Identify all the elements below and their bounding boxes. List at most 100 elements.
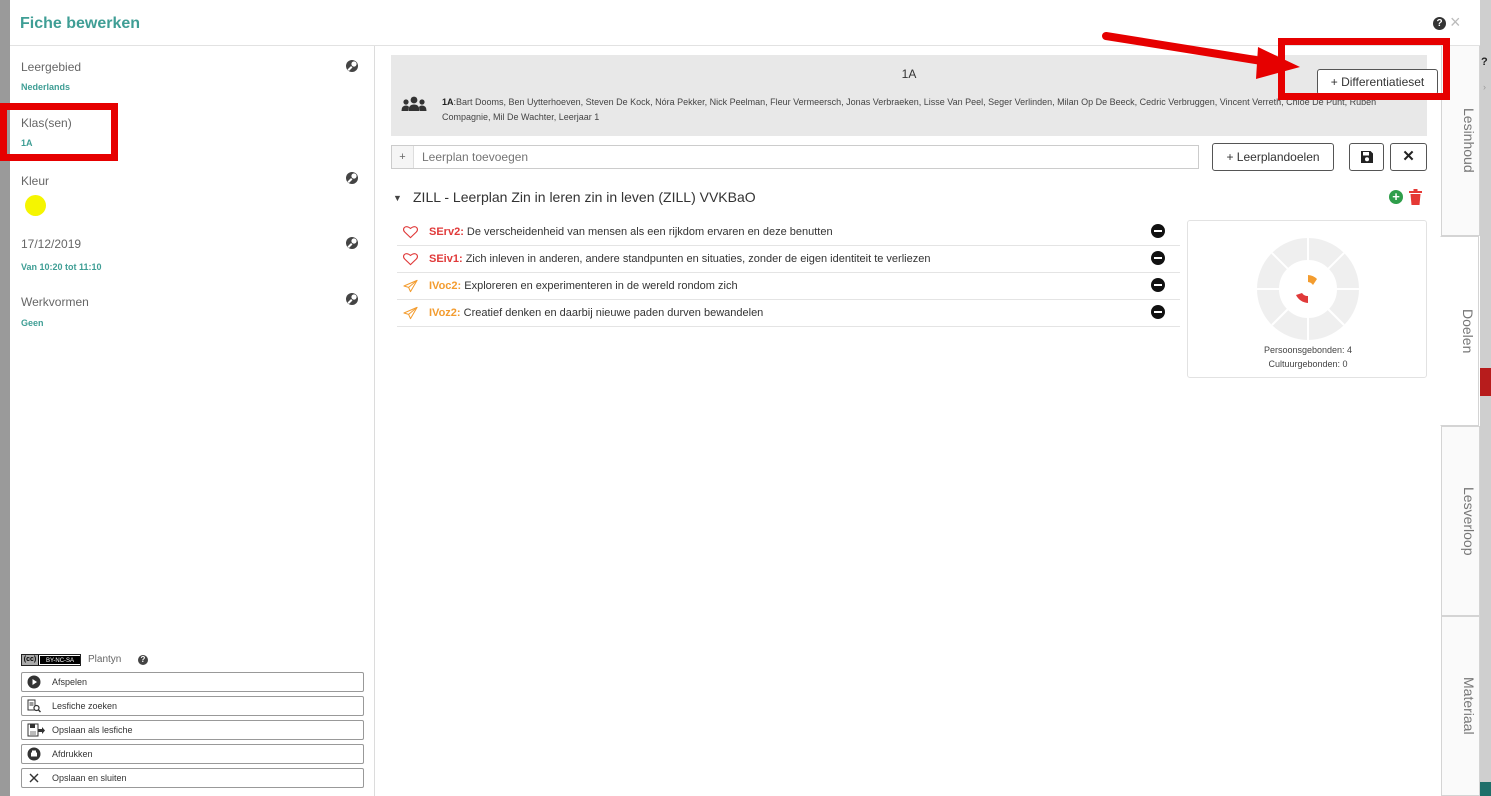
remove-goal-icon[interactable]	[1151, 251, 1165, 265]
goal-row: IVoc2: Exploreren en experimenteren in d…	[397, 273, 1180, 300]
tab-lesinhoud[interactable]: Lesinhoud	[1441, 46, 1480, 236]
wrench-icon[interactable]	[345, 292, 359, 306]
goal-text: IVoc2: Exploreren en experimenteren in d…	[429, 280, 738, 292]
add-curriculum-field[interactable]: +	[391, 145, 1199, 169]
class-members-list: :Bart Dooms, Ben Uytterhoeven, Steven De…	[442, 97, 1377, 122]
goal-text: SErv2: De verscheidenheid van mensen als…	[429, 226, 833, 238]
paper-plane-icon	[403, 279, 418, 293]
play-button-label: Afspelen	[52, 677, 88, 687]
details-sidebar: Leergebied Nederlands Klas(sen) 1A Kleur…	[0, 46, 375, 796]
heart-icon	[403, 226, 418, 239]
search-document-icon	[27, 699, 41, 713]
close-icon[interactable]: ×	[1450, 13, 1461, 31]
trash-icon[interactable]	[1409, 189, 1422, 205]
werkvormen-label: Werkvormen	[21, 295, 89, 309]
add-differentiation-set-button[interactable]: + Differentiatieset	[1317, 69, 1438, 95]
save-icon	[1361, 151, 1373, 163]
chart-legend-cultuur: Cultuurgebonden: 0	[1268, 359, 1348, 369]
goal-description: Exploreren en experimenteren in de werel…	[461, 280, 738, 292]
search-lesson-button[interactable]: Lesfiche zoeken	[21, 696, 364, 716]
class-info-box: 1A 1A:Bart Dooms, Ben Uytterhoeven, Stev…	[391, 55, 1438, 136]
section-tabs: Lesinhoud Doelen Lesverloop Materiaal	[1440, 46, 1480, 796]
users-group-icon	[401, 96, 427, 111]
goal-text: IVoz2: Creatief denken en daarbij nieuwe…	[429, 307, 763, 319]
search-lesson-button-label: Lesfiche zoeken	[52, 701, 118, 711]
background-red-block	[1480, 368, 1491, 396]
cc-license-badge[interactable]: (cc) BY-NC-SA	[21, 654, 81, 666]
tab-doelen[interactable]: Doelen	[1440, 236, 1479, 426]
tab-lesinhoud-label: Lesinhoud	[1461, 107, 1477, 173]
print-button-label: Afdrukken	[52, 749, 93, 759]
cc-license-type: BY-NC-SA	[39, 655, 80, 665]
klassen-label: Klas(sen)	[21, 116, 72, 130]
add-curriculum-goals-button[interactable]: + Leerplandoelen	[1212, 143, 1334, 171]
remove-goal-icon[interactable]	[1151, 224, 1165, 238]
goal-row: SEiv1: Zich inleven in anderen, andere s…	[397, 246, 1180, 273]
goal-code: IVoz2:	[429, 307, 461, 319]
print-button[interactable]: Afdrukken	[21, 744, 364, 764]
add-curriculum-input[interactable]	[422, 149, 1182, 165]
save-and-close-button-label: Opslaan en sluiten	[52, 773, 127, 783]
modal-title: Fiche bewerken	[20, 15, 141, 32]
cc-logo: (cc)	[22, 655, 38, 665]
tab-materiaal-label: Materiaal	[1461, 677, 1477, 735]
wrench-icon[interactable]	[345, 59, 359, 73]
goal-text: SEiv1: Zich inleven in anderen, andere s…	[429, 253, 930, 265]
tab-lesverloop[interactable]: Lesverloop	[1441, 426, 1480, 616]
play-button[interactable]: Afspelen	[21, 672, 364, 692]
goal-code: SErv2:	[429, 226, 464, 238]
class-members-prefix: 1A	[442, 97, 454, 107]
goal-row: SErv2: De verscheidenheid van mensen als…	[397, 219, 1180, 246]
add-curriculum-prefix: +	[392, 146, 414, 168]
cancel-button[interactable]: ✕	[1390, 143, 1427, 171]
tab-lesverloop-label: Lesverloop	[1461, 486, 1477, 556]
goal-distribution-donut	[1257, 238, 1359, 340]
goal-description: Zich inleven in anderen, andere standpun…	[462, 253, 931, 265]
background-strip-right: ? ›	[1480, 0, 1491, 796]
main-content: 1A 1A:Bart Dooms, Ben Uytterhoeven, Stev…	[375, 46, 1441, 796]
background-chevron-icon: ›	[1483, 82, 1486, 92]
close-icon	[29, 773, 39, 783]
goal-description: Creatief denken en daarbij nieuwe paden …	[460, 307, 764, 319]
play-circle-icon	[27, 675, 41, 689]
publisher-name: Plantyn	[88, 654, 122, 665]
background-strip-left	[0, 0, 10, 796]
save-and-close-button[interactable]: Opslaan en sluiten	[21, 768, 364, 788]
goal-code: IVoc2:	[429, 280, 462, 292]
leergebied-label: Leergebied	[21, 60, 82, 74]
annotation-highlight-class	[0, 103, 118, 161]
wrench-icon[interactable]	[345, 171, 359, 185]
save-button[interactable]	[1349, 143, 1384, 171]
modal-header: Fiche bewerken ? ×	[10, 0, 1480, 46]
klassen-value: 1A	[21, 138, 33, 148]
save-as-lesson-button[interactable]: Opslaan als lesfiche	[21, 720, 364, 740]
curriculum-title: ZILL - Leerplan Zin in leren zin in leve…	[413, 189, 756, 205]
class-members: 1A:Bart Dooms, Ben Uytterhoeven, Steven …	[442, 95, 1407, 125]
tab-doelen-label: Doelen	[1460, 308, 1476, 354]
tab-materiaal[interactable]: Materiaal	[1441, 616, 1480, 796]
help-icon[interactable]: ?	[1433, 17, 1446, 30]
license-help-icon[interactable]: ?	[138, 655, 148, 665]
collapse-caret-icon[interactable]: ▼	[393, 193, 402, 203]
wrench-icon[interactable]	[345, 236, 359, 250]
color-swatch[interactable]	[25, 195, 46, 216]
kleur-label: Kleur	[21, 174, 50, 188]
date-label: 17/12/2019	[21, 237, 82, 251]
background-help-icon: ?	[1481, 56, 1488, 68]
heart-icon	[403, 253, 418, 266]
goal-distribution-chart: Persoonsgebonden: 4 Cultuurgebonden: 0	[1187, 220, 1427, 378]
class-name: 1A	[901, 67, 917, 81]
edit-sheet-modal: Fiche bewerken ? × Leergebied Nederlands…	[0, 0, 1480, 796]
add-goal-icon[interactable]: +	[1389, 190, 1403, 204]
goal-code: SEiv1:	[429, 253, 463, 265]
paper-plane-icon	[403, 306, 418, 320]
goal-row: IVoz2: Creatief denken en daarbij nieuwe…	[397, 300, 1180, 327]
background-teal-block	[1480, 782, 1491, 796]
chart-legend-persoon: Persoonsgebonden: 4	[1263, 345, 1353, 355]
werkvormen-value: Geen	[21, 318, 44, 328]
time-value: Van 10:20 tot 11:10	[21, 262, 102, 272]
remove-goal-icon[interactable]	[1151, 278, 1165, 292]
goal-description: De verscheidenheid van mensen als een ri…	[463, 226, 833, 238]
remove-goal-icon[interactable]	[1151, 305, 1165, 319]
save-export-icon	[27, 723, 45, 737]
